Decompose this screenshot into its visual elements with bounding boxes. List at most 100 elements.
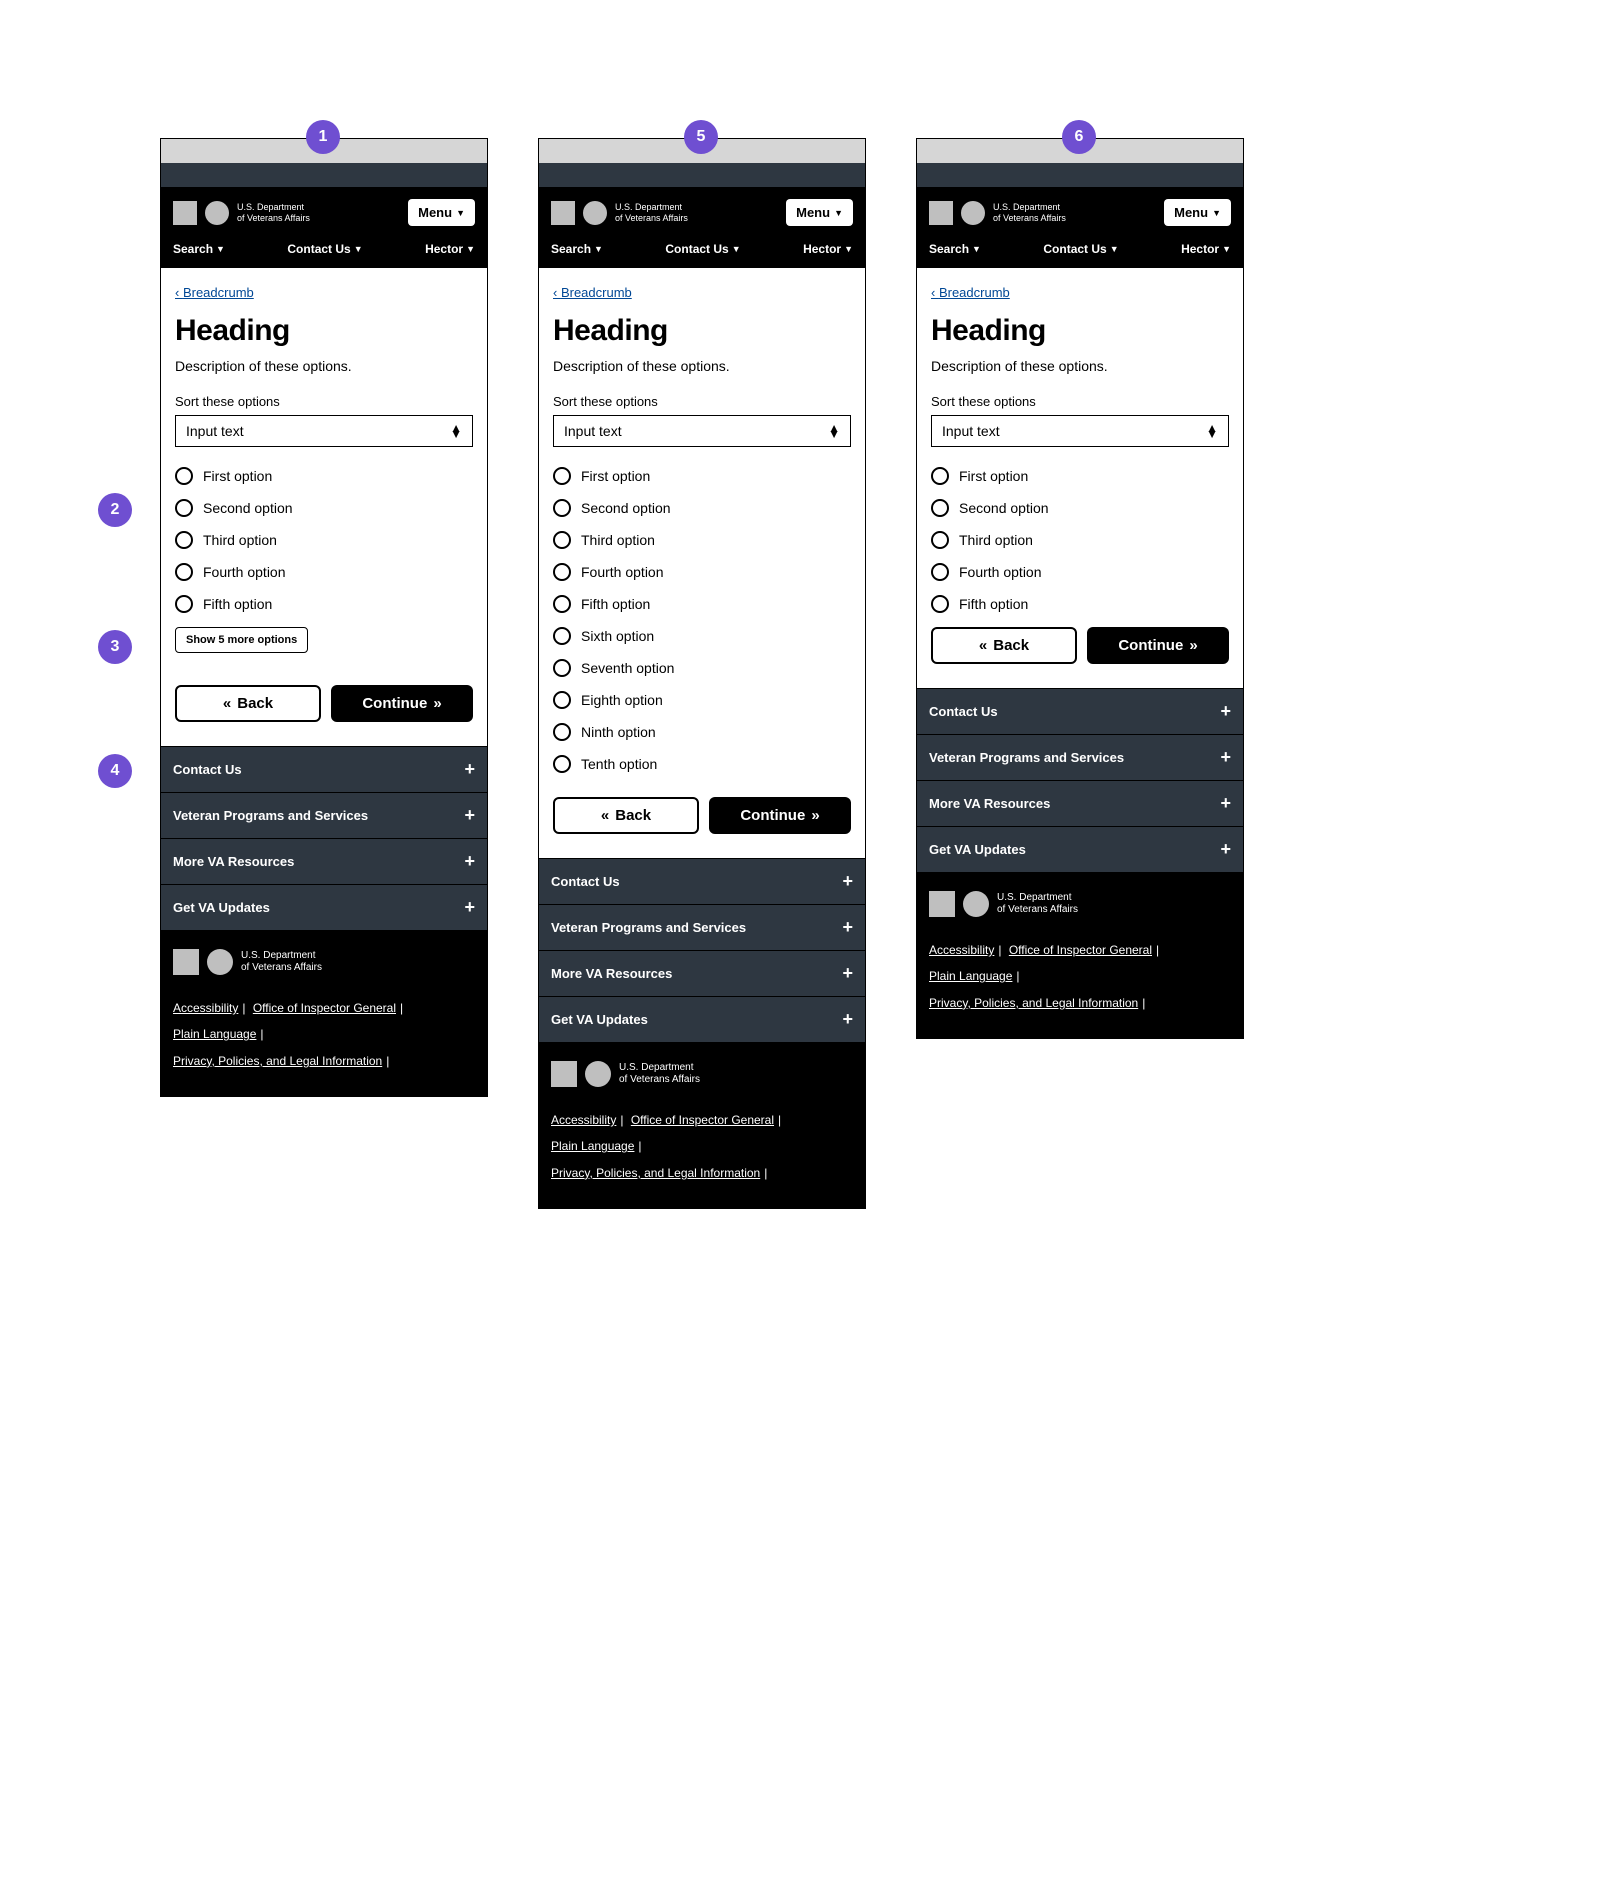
breadcrumb[interactable]: ‹ Breadcrumb [553,285,632,300]
footer-link-oig[interactable]: Office of Inspector General [631,1113,774,1127]
main-content: ‹ Breadcrumb Heading Description of thes… [917,268,1243,688]
accordion-item[interactable]: Veteran Programs and Services+ [539,905,865,951]
nav-search[interactable]: Search▼ [551,242,603,256]
footer-logo: U.S. Department of Veterans Affairs [173,949,475,975]
logo-square-icon [929,201,953,225]
radio-option[interactable]: Second option [553,499,851,517]
nav-search[interactable]: Search▼ [173,242,225,256]
plus-icon: + [464,759,475,780]
accordion-item[interactable]: Get VA Updates+ [539,997,865,1043]
select-value: Input text [186,423,244,439]
button-row: «Back Continue» [175,685,473,722]
footer-link-oig[interactable]: Office of Inspector General [253,1001,396,1015]
radio-option[interactable]: Third option [931,531,1229,549]
accordion-item[interactable]: Veteran Programs and Services+ [917,735,1243,781]
page-description: Description of these options. [931,358,1229,374]
nav-row: Search▼ Contact Us▼ Hector▼ [917,236,1243,268]
radio-list: First option Second option Third option … [931,467,1229,613]
radio-option[interactable]: First option [553,467,851,485]
nav-user[interactable]: Hector▼ [425,242,475,256]
accordion-item[interactable]: Get VA Updates+ [161,885,487,931]
radio-option[interactable]: Second option [931,499,1229,517]
footer-link-plain[interactable]: Plain Language [173,1027,256,1041]
nav-row: Search▼ Contact Us▼ Hector▼ [539,236,865,268]
accordion-item[interactable]: Contact Us+ [161,746,487,793]
chevron-down-icon: ▼ [972,244,981,254]
footer-link-accessibility[interactable]: Accessibility [173,1001,238,1015]
nav-contact[interactable]: Contact Us▼ [1043,242,1118,256]
menu-button[interactable]: Menu ▼ [408,199,475,226]
accordion-item[interactable]: More VA Resources+ [539,951,865,997]
continue-button[interactable]: Continue» [1087,627,1229,664]
radio-option[interactable]: Fifth option [553,595,851,613]
sort-label: Sort these options [175,394,473,409]
accordion-item[interactable]: More VA Resources+ [917,781,1243,827]
radio-icon [553,627,571,645]
logo-circle-icon [207,949,233,975]
continue-button[interactable]: Continue» [709,797,851,834]
accordion-item[interactable]: Veteran Programs and Services+ [161,793,487,839]
radio-option[interactable]: Fourth option [175,563,473,581]
back-button[interactable]: «Back [175,685,321,722]
radio-icon [553,691,571,709]
radio-icon [175,595,193,613]
menu-button[interactable]: Menu ▼ [1164,199,1231,226]
footer-link-plain[interactable]: Plain Language [551,1139,634,1153]
footer-link-plain[interactable]: Plain Language [929,969,1012,983]
footer-link-privacy[interactable]: Privacy, Policies, and Legal Information [173,1054,382,1068]
radio-option[interactable]: Second option [175,499,473,517]
radio-option[interactable]: Fifth option [175,595,473,613]
radio-option[interactable]: Ninth option [553,723,851,741]
accordion-item[interactable]: Contact Us+ [917,688,1243,735]
accordion-item[interactable]: Contact Us+ [539,858,865,905]
accordion-item[interactable]: Get VA Updates+ [917,827,1243,873]
radio-option[interactable]: Third option [553,531,851,549]
radio-option[interactable]: First option [175,467,473,485]
radio-option[interactable]: Tenth option [553,755,851,773]
continue-button[interactable]: Continue» [331,685,473,722]
radio-option[interactable]: Eighth option [553,691,851,709]
footer-link-privacy[interactable]: Privacy, Policies, and Legal Information [551,1166,760,1180]
nav-contact[interactable]: Contact Us▼ [665,242,740,256]
annotation-4: 4 [98,754,132,788]
nav-contact[interactable]: Contact Us▼ [287,242,362,256]
footer-dept-text: U.S. Department of Veterans Affairs [619,1062,700,1086]
show-more-button[interactable]: Show 5 more options [175,627,308,653]
footer-accordion: Contact Us+ Veteran Programs and Service… [161,746,487,931]
footer-link-accessibility[interactable]: Accessibility [551,1113,616,1127]
header-logo: U.S. Department of Veterans Affairs [551,201,688,225]
chevron-down-icon: ▼ [1222,244,1231,254]
accordion-item[interactable]: More VA Resources+ [161,839,487,885]
select-value: Input text [564,423,622,439]
radio-option[interactable]: Third option [175,531,473,549]
radio-option[interactable]: Fifth option [931,595,1229,613]
frame-2: U.S. Department of Veterans Affairs Menu… [538,138,866,1209]
radio-option[interactable]: Seventh option [553,659,851,677]
sort-select[interactable]: Input text ▲▼ [553,415,851,447]
radio-option[interactable]: Fourth option [553,563,851,581]
nav-user[interactable]: Hector▼ [803,242,853,256]
back-button[interactable]: «Back [553,797,699,834]
breadcrumb[interactable]: ‹ Breadcrumb [931,285,1010,300]
footer-link-oig[interactable]: Office of Inspector General [1009,943,1152,957]
radio-option[interactable]: First option [931,467,1229,485]
radio-option[interactable]: Sixth option [553,627,851,645]
back-button[interactable]: «Back [931,627,1077,664]
menu-button[interactable]: Menu ▼ [786,199,853,226]
button-row: «Back Continue» [931,627,1229,664]
breadcrumb[interactable]: ‹ Breadcrumb [175,285,254,300]
footer-link-privacy[interactable]: Privacy, Policies, and Legal Information [929,996,1138,1010]
footer-link-accessibility[interactable]: Accessibility [929,943,994,957]
dark-strip [917,163,1243,187]
radio-option[interactable]: Fourth option [931,563,1229,581]
header: U.S. Department of Veterans Affairs Menu… [161,187,487,236]
sort-select[interactable]: Input text ▲▼ [931,415,1229,447]
chevron-left-icon: « [601,807,609,824]
sort-label: Sort these options [931,394,1229,409]
header: U.S. Department of Veterans Affairs Menu… [917,187,1243,236]
sort-select[interactable]: Input text ▲▼ [175,415,473,447]
chevron-down-icon: ▼ [1212,208,1221,218]
nav-search[interactable]: Search▼ [929,242,981,256]
nav-user[interactable]: Hector▼ [1181,242,1231,256]
annotation-3: 3 [98,630,132,664]
